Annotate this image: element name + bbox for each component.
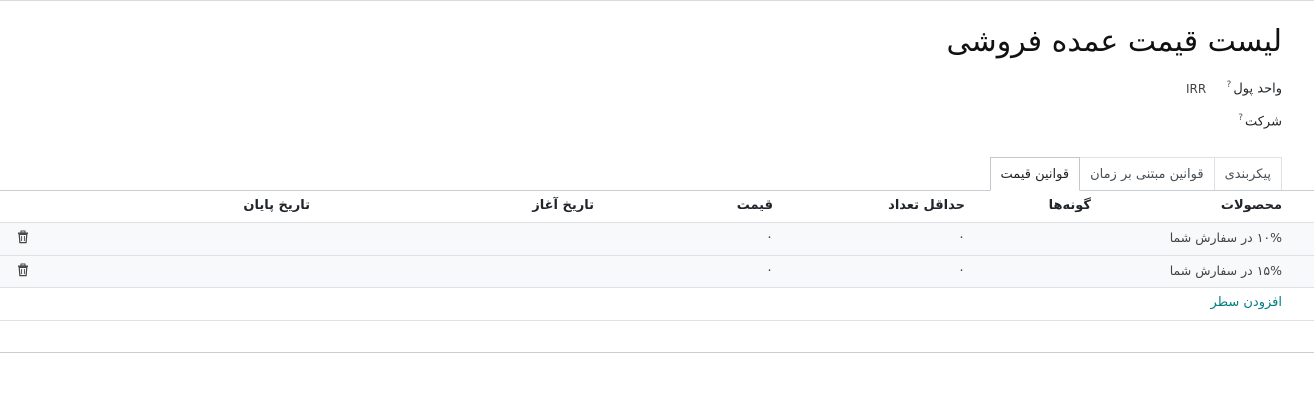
- row-min-qty-cell[interactable]: ۰: [958, 230, 965, 245]
- column-header-min-qty[interactable]: حداقل تعداد: [888, 198, 965, 213]
- column-header-price[interactable]: قیمت: [737, 198, 773, 213]
- currency-field[interactable]: IRR: [1186, 82, 1206, 96]
- row-min-qty-cell[interactable]: ۰: [958, 263, 965, 278]
- pricelist-name[interactable]: لیست قیمت عمده فروشی: [947, 24, 1282, 59]
- row-product-cell[interactable]: ۱۰% در سفارش شما: [1170, 230, 1282, 245]
- add-line-link[interactable]: افزودن سطر: [1211, 295, 1282, 310]
- tab-time-based-rules[interactable]: قوانین مبتنی بر زمان: [1079, 157, 1215, 190]
- notebook-tabs: قوانین قیمت قوانین مبتنی بر زمان پیکربند…: [989, 157, 1282, 191]
- table-row[interactable]: [0, 256, 1314, 287]
- divider: [0, 352, 1314, 353]
- tab-configuration[interactable]: پیکربندی: [1213, 157, 1282, 190]
- trash-icon[interactable]: [16, 263, 30, 277]
- help-icon[interactable]: ?: [1238, 113, 1243, 123]
- row-price-cell[interactable]: ۰: [766, 230, 773, 245]
- help-icon[interactable]: ?: [1227, 80, 1232, 90]
- divider: [0, 255, 1314, 256]
- divider: [0, 287, 1314, 288]
- company-label: شرکت?: [1238, 113, 1282, 130]
- column-header-products[interactable]: محصولات: [1221, 198, 1282, 213]
- top-border: [0, 0, 1314, 1]
- tab-price-rules[interactable]: قوانین قیمت: [989, 157, 1081, 191]
- table-row[interactable]: [0, 223, 1314, 255]
- divider: [0, 222, 1314, 223]
- column-header-variants[interactable]: گونه‌ها: [1049, 198, 1091, 213]
- column-header-end-date[interactable]: تاریخ پایان: [243, 198, 310, 213]
- column-header-start-date[interactable]: تاریخ آغاز: [532, 198, 594, 213]
- divider: [0, 320, 1314, 321]
- currency-label: واحد پول?: [1226, 80, 1282, 97]
- divider: [0, 190, 1314, 191]
- trash-icon[interactable]: [16, 230, 30, 244]
- row-price-cell[interactable]: ۰: [766, 263, 773, 278]
- row-product-cell[interactable]: ۱۵% در سفارش شما: [1170, 263, 1282, 278]
